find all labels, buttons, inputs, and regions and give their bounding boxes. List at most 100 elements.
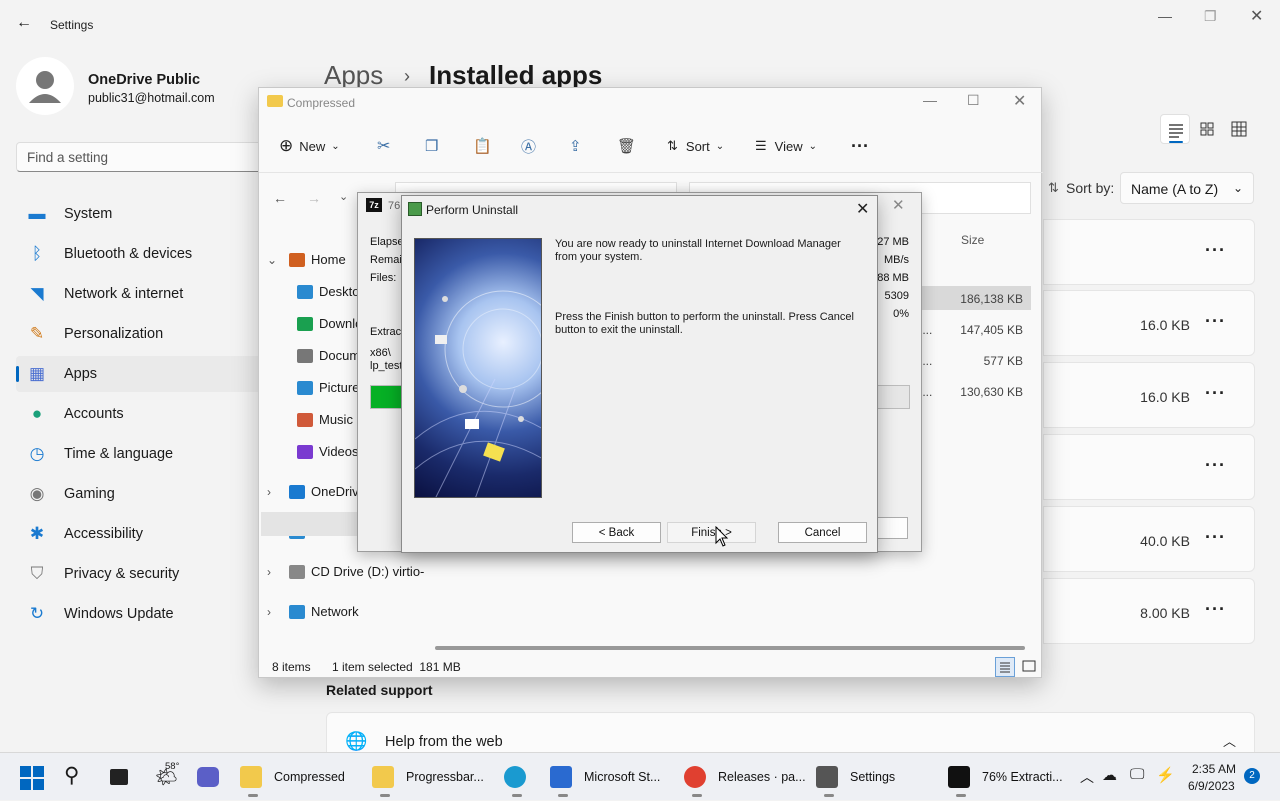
- taskbar-app[interactable]: Progressbar...: [372, 753, 484, 801]
- taskbar-app[interactable]: Settings: [816, 753, 895, 801]
- search-icon[interactable]: ⚲: [64, 763, 79, 788]
- sidebar-item-gaming[interactable]: ◉ Gaming: [16, 476, 266, 512]
- maximize-icon[interactable]: ☐: [967, 92, 980, 109]
- explorer-title: Compressed: [287, 96, 356, 110]
- forward-arrow-icon[interactable]: →: [307, 190, 321, 206]
- cut-icon[interactable]: ✂: [377, 136, 390, 156]
- chevron-up-icon[interactable]: ︿: [1080, 767, 1094, 787]
- finish-button[interactable]: Finish >: [667, 522, 756, 543]
- tree-item-videos[interactable]: Videos: [297, 444, 359, 459]
- clock-date[interactable]: 6/9/2023: [1188, 779, 1235, 793]
- search-input[interactable]: Find a setting: [16, 142, 266, 172]
- start-button[interactable]: [20, 766, 44, 793]
- chevron-right-icon[interactable]: ›: [267, 605, 289, 619]
- taskbar-app[interactable]: Microsoft St...: [550, 753, 660, 801]
- recent-chevron-icon[interactable]: ⌄: [339, 190, 348, 203]
- cloud-icon[interactable]: ☁: [1102, 766, 1117, 784]
- tree-item-cd-drive-d-virtio-[interactable]: › CD Drive (D:) virtio-: [267, 564, 424, 579]
- person-icon: [29, 71, 61, 103]
- taskbar-app[interactable]: Releases · pa...: [684, 753, 806, 801]
- more-options-icon[interactable]: ···: [1205, 383, 1226, 404]
- more-options-icon[interactable]: ···: [851, 136, 869, 156]
- tree-item-music[interactable]: Music: [297, 412, 353, 427]
- tree-item-docum[interactable]: Docum: [297, 348, 360, 363]
- share-icon[interactable]: ⇪: [569, 136, 582, 156]
- taskbar-app-label: 76% Extracti...: [982, 770, 1063, 784]
- music-icon: [297, 412, 313, 427]
- new-label: New: [299, 138, 326, 154]
- sidebar-item-privacy-security[interactable]: ⛉ Privacy & security: [16, 556, 266, 592]
- delete-icon[interactable]: 🗑: [617, 136, 636, 156]
- chevron-down-icon[interactable]: ⌄: [267, 253, 289, 267]
- back-button[interactable]: < Back: [572, 522, 661, 543]
- sidebar-item-personalization[interactable]: ✎ Personalization: [16, 316, 266, 352]
- grid-view-button[interactable]: [1196, 118, 1218, 143]
- close-icon[interactable]: ✕: [892, 196, 905, 214]
- sidebar-item-system[interactable]: ▬ System: [16, 196, 266, 232]
- more-options-icon[interactable]: ···: [1205, 240, 1226, 261]
- details-view-icon[interactable]: [995, 657, 1015, 677]
- sidebar-item-windows-update[interactable]: ↻ Windows Update: [16, 596, 266, 632]
- sidebar-item-accounts[interactable]: ● Accounts: [16, 396, 266, 432]
- chevron-right-icon[interactable]: ›: [267, 485, 289, 499]
- chrome-icon: [684, 766, 706, 788]
- tree-item-downlo[interactable]: Downlo: [297, 316, 362, 331]
- task-view-icon[interactable]: [110, 769, 128, 785]
- path-line-1: x86\: [370, 347, 391, 359]
- copy-icon[interactable]: ❐: [425, 136, 438, 156]
- weather-widget[interactable]: 🌤 58°: [155, 761, 179, 788]
- minimize-icon[interactable]: —: [923, 92, 937, 108]
- display-icon[interactable]: 🖵: [1130, 766, 1144, 783]
- new-button[interactable]: ⊕ New ⌄: [279, 136, 340, 156]
- more-options-icon[interactable]: ···: [1205, 311, 1226, 332]
- tree-item-network[interactable]: › Network: [267, 604, 359, 619]
- list-view-button[interactable]: [1160, 114, 1190, 144]
- close-icon[interactable]: ✕: [1250, 6, 1263, 26]
- tile-view-button[interactable]: [1228, 118, 1250, 143]
- chevron-right-icon[interactable]: ›: [267, 565, 289, 579]
- more-options-icon[interactable]: ···: [1205, 527, 1226, 548]
- back-arrow-icon[interactable]: ←: [16, 14, 32, 32]
- taskbar-app[interactable]: [504, 753, 538, 801]
- file-size: 186,138 KB: [960, 292, 1023, 306]
- view-button[interactable]: ☰ View ⌄: [755, 136, 817, 156]
- horizontal-scrollbar[interactable]: [435, 646, 1025, 650]
- sidebar-item-time-language[interactable]: ◷ Time & language: [16, 436, 266, 472]
- sidebar-item-apps[interactable]: ▦ Apps: [16, 356, 266, 392]
- status-selected: 1 item selected 181 MB: [332, 660, 461, 674]
- app-size: 8.00 KB: [1140, 605, 1190, 621]
- tree-item-pictures[interactable]: Pictures: [297, 380, 366, 395]
- sevenzip-icon: 7z: [366, 198, 382, 212]
- back-arrow-icon[interactable]: ←: [273, 190, 287, 206]
- rename-icon[interactable]: Ⓐ: [521, 136, 536, 156]
- more-options-icon[interactable]: ···: [1205, 455, 1226, 476]
- remaining-label: Remai: [370, 254, 402, 266]
- paste-icon[interactable]: 📋: [473, 136, 492, 156]
- preview-view-icon[interactable]: [1021, 658, 1037, 677]
- tree-item-onedrive[interactable]: › OneDrive: [267, 484, 366, 499]
- sort-dropdown[interactable]: Name (A to Z) ⌄: [1120, 172, 1254, 204]
- restore-icon[interactable]: ❐: [1204, 8, 1217, 25]
- sidebar-item-network-internet[interactable]: ◥ Network & internet: [16, 276, 266, 312]
- clock-time[interactable]: 2:35 AM: [1192, 762, 1236, 776]
- chevron-up-icon[interactable]: ︿: [1223, 731, 1236, 750]
- taskbar: ⚲ 🌤 58° Compressed Progressbar... Microsof…: [0, 752, 1280, 800]
- tree-item-home[interactable]: ⌄ Home: [267, 252, 346, 267]
- network-icon[interactable]: ⚡: [1156, 766, 1175, 784]
- close-icon[interactable]: ✕: [856, 199, 869, 219]
- minimize-icon[interactable]: —: [1158, 8, 1172, 24]
- cancel-button[interactable]: Cancel: [778, 522, 867, 543]
- notification-badge[interactable]: 2: [1244, 768, 1260, 784]
- close-icon[interactable]: ✕: [1013, 91, 1026, 111]
- sort-button[interactable]: ⇅ Sort ⌄: [667, 136, 724, 156]
- size-column-header[interactable]: Size: [961, 233, 984, 247]
- user-email: public31@hotmail.com: [88, 91, 215, 105]
- taskbar-app[interactable]: Compressed: [240, 753, 345, 801]
- sidebar-item-label: Time & language: [64, 446, 174, 462]
- sidebar-item-accessibility[interactable]: ✱ Accessibility: [16, 516, 266, 552]
- taskbar-app[interactable]: 76% Extracti...: [948, 753, 1063, 801]
- sidebar-item-label: Accounts: [64, 406, 124, 422]
- sidebar-item-bluetooth-devices[interactable]: ᛒ Bluetooth & devices: [16, 236, 266, 272]
- teams-icon[interactable]: [197, 767, 219, 787]
- more-options-icon[interactable]: ···: [1205, 599, 1226, 620]
